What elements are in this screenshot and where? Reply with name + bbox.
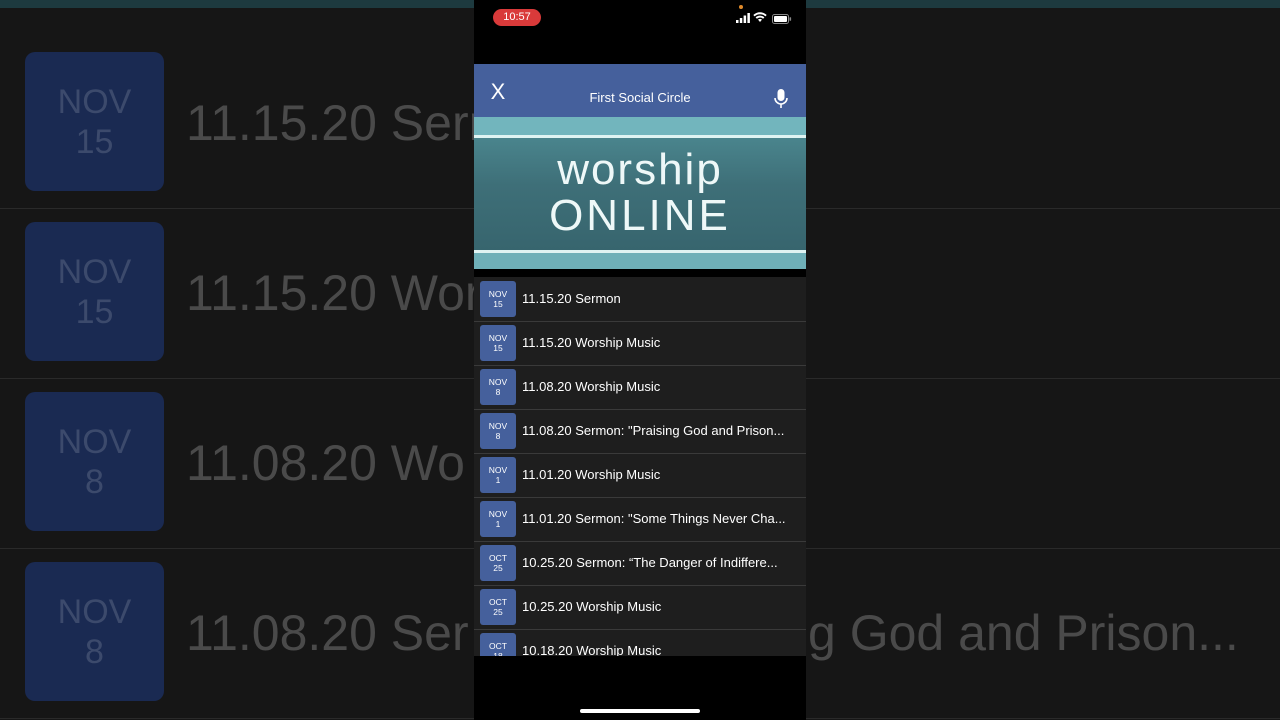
privacy-indicator-dot — [739, 5, 743, 9]
list-item[interactable]: NOV 15 11.15.20 Worship Music — [474, 321, 806, 366]
microphone-icon[interactable] — [772, 88, 790, 110]
background-title: 11.15.20 Wor — [186, 265, 482, 321]
badge-day: 15 — [493, 343, 503, 353]
date-badge: NOV 15 — [480, 325, 516, 361]
background-title: 11.08.20 Wo — [186, 435, 465, 491]
list-item[interactable]: NOV 1 11.01.20 Worship Music — [474, 453, 806, 498]
list-item[interactable]: OCT 25 10.25.20 Sermon: “The Danger of I… — [474, 541, 806, 586]
badge-day: 8 — [495, 431, 501, 441]
item-title: 10.18.20 Worship Music — [522, 643, 662, 656]
list-item[interactable]: NOV 8 11.08.20 Sermon: "Praising God and… — [474, 409, 806, 454]
home-indicator[interactable] — [580, 709, 700, 713]
worship-online-banner: worship ONLINE — [474, 117, 806, 269]
date-badge: NOV 8 — [480, 413, 516, 449]
background-title: 11.15.20 Sern — [186, 95, 497, 151]
background-title: 11.08.20 Ser — [186, 605, 469, 661]
badge-month: OCT — [489, 641, 507, 651]
banner-line2: ONLINE — [549, 191, 731, 240]
list-item[interactable]: OCT 25 10.25.20 Worship Music — [474, 585, 806, 630]
page-title: First Social Circle — [589, 90, 691, 105]
item-title: 11.15.20 Worship Music — [522, 335, 661, 350]
battery-icon — [772, 14, 792, 24]
list-item[interactable]: NOV 15 11.15.20 Sermon — [474, 277, 806, 322]
list-item[interactable]: NOV 1 11.01.20 Sermon: "Some Things Neve… — [474, 497, 806, 542]
list-item[interactable]: OCT 18 10.18.20 Worship Music — [474, 629, 806, 656]
background-date-badge: NOV 15 — [25, 222, 164, 361]
background-date-badge: NOV 8 — [25, 562, 164, 701]
item-title: 11.08.20 Worship Music — [522, 379, 661, 394]
app-header: X First Social Circle — [474, 64, 806, 117]
list-item[interactable]: NOV 8 11.08.20 Worship Music — [474, 365, 806, 410]
banner-bottom-strip — [474, 253, 806, 269]
date-badge: OCT 25 — [480, 589, 516, 625]
badge-month: NOV — [488, 509, 508, 519]
date-badge: NOV 1 — [480, 501, 516, 537]
cellular-signal-icon — [736, 13, 750, 23]
badge-day: 1 — [495, 519, 501, 529]
badge-month: NOV — [488, 421, 508, 431]
media-list[interactable]: NOV 15 11.15.20 Sermon NOV 15 11.15.20 W… — [474, 277, 806, 656]
badge-day: 8 — [495, 387, 501, 397]
background-date-badge: NOV 8 — [25, 392, 164, 531]
badge-day: 15 — [493, 299, 503, 309]
background-day: 8 — [85, 632, 104, 671]
background-date-badge: NOV 15 — [25, 52, 164, 191]
badge-day: 25 — [493, 607, 503, 617]
background-month: NOV — [57, 82, 132, 121]
date-badge: OCT 25 — [480, 545, 516, 581]
item-title: 10.25.20 Sermon: “The Danger of Indiffer… — [522, 555, 778, 570]
badge-month: NOV — [488, 289, 508, 299]
badge-month: OCT — [489, 597, 507, 607]
close-button[interactable]: X — [484, 78, 512, 106]
item-title: 11.08.20 Sermon: "Praising God and Priso… — [522, 423, 785, 438]
badge-day: 25 — [493, 563, 503, 573]
background-month: NOV — [57, 252, 132, 291]
badge-day: 1 — [495, 475, 501, 485]
status-time: 10:57 — [493, 9, 541, 26]
background-day: 8 — [85, 462, 104, 501]
item-title: 10.25.20 Worship Music — [522, 599, 662, 614]
background-day: 15 — [75, 122, 114, 161]
date-badge: NOV 1 — [480, 457, 516, 493]
badge-month: NOV — [488, 465, 508, 475]
background-month: NOV — [57, 422, 132, 461]
background-day: 15 — [75, 292, 114, 331]
banner-line1: worship — [557, 145, 723, 194]
banner-top-strip — [474, 117, 806, 135]
item-title: 11.15.20 Sermon — [522, 291, 621, 306]
badge-day: 18 — [493, 651, 503, 656]
date-badge: NOV 8 — [480, 369, 516, 405]
wifi-icon — [753, 12, 767, 22]
background-title-tail: g God and Prison... — [808, 605, 1239, 661]
date-badge: NOV 15 — [480, 281, 516, 317]
item-title: 11.01.20 Worship Music — [522, 467, 661, 482]
banner-divider — [474, 135, 806, 138]
phone-screen: 10:57 X First Social Circle worship ONLI… — [474, 0, 806, 720]
badge-month: OCT — [489, 553, 507, 563]
date-badge: OCT 18 — [480, 633, 516, 656]
badge-month: NOV — [488, 333, 508, 343]
background-month: NOV — [57, 592, 132, 631]
item-title: 11.01.20 Sermon: "Some Things Never Cha.… — [522, 511, 786, 526]
badge-month: NOV — [488, 377, 508, 387]
